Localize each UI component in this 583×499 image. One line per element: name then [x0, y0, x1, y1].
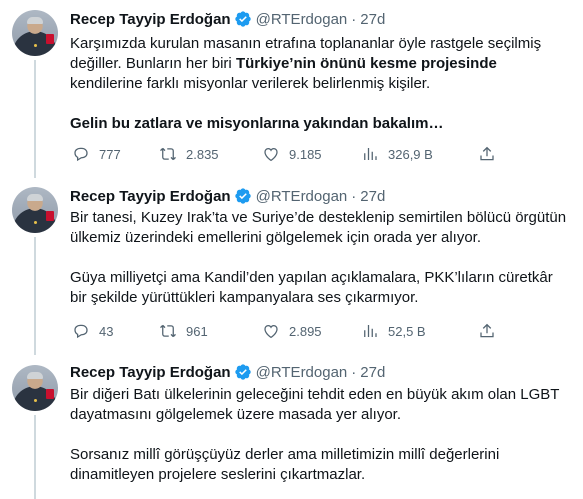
avatar[interactable]	[12, 365, 58, 411]
author-name[interactable]: Recep Tayyip Erdoğan	[70, 364, 231, 381]
thread-line	[34, 60, 36, 178]
share-icon	[480, 146, 494, 161]
reply-button[interactable]: 777	[72, 145, 121, 163]
retweet-icon	[160, 147, 176, 161]
verified-badge-icon	[234, 11, 251, 27]
tweet-text: Bir tanesi, Kuzey Irak’ta ve Suriye’de d…	[70, 208, 570, 308]
separator-dot: ·	[351, 10, 357, 28]
share-button[interactable]	[478, 322, 496, 340]
tweet-actions: 777 2.835 9.185 326,9 B	[70, 144, 500, 164]
views-count: 326,9 B	[388, 146, 433, 162]
avatar[interactable]	[12, 10, 58, 56]
reply-button[interactable]: 43	[72, 322, 113, 340]
tweet-paragraph: Bir tanesi, Kuzey Irak’ta ve Suriye’de d…	[70, 208, 570, 248]
tweet-header: Recep Tayyip Erdoğan @RTErdogan · 27d	[70, 186, 385, 206]
tweet[interactable]: Recep Tayyip Erdoğan @RTErdogan · 27d Bi…	[0, 178, 583, 355]
tweet-actions: 43 961 2.895 52,5 B	[70, 321, 500, 341]
reply-count: 777	[99, 146, 121, 162]
author-handle[interactable]: @RTErdogan	[256, 188, 348, 205]
tweet-paragraph: Sorsanız millî görüşçüyüz derler ama mil…	[70, 445, 570, 485]
retweet-icon	[160, 324, 176, 338]
tweet-timestamp[interactable]: 27d	[360, 188, 385, 205]
like-count: 9.185	[289, 146, 322, 162]
text-run: kendilerine farklı misyonlar verilerek b…	[70, 75, 431, 92]
avatar[interactable]	[12, 187, 58, 233]
share-icon	[480, 323, 494, 338]
views-chart-icon	[364, 325, 377, 337]
reply-icon	[74, 147, 88, 162]
bold-text-run: Gelin bu zatlara ve misyonlarına yakında…	[70, 115, 444, 132]
tweet-header: Recep Tayyip Erdoğan @RTErdogan · 27d	[70, 362, 385, 382]
reply-icon	[74, 324, 88, 339]
heart-icon	[264, 324, 278, 339]
thread-line	[34, 415, 36, 499]
separator-dot: ·	[351, 187, 357, 205]
author-name[interactable]: Recep Tayyip Erdoğan	[70, 11, 231, 28]
like-button[interactable]: 9.185	[262, 145, 322, 163]
verified-badge-icon	[234, 188, 251, 204]
separator-dot: ·	[351, 363, 357, 381]
views-chart-icon	[364, 148, 377, 160]
author-name[interactable]: Recep Tayyip Erdoğan	[70, 188, 231, 205]
bold-text-run: Türkiye’nin önünü kesme projesinde	[235, 55, 497, 72]
text-run: Sorsanız millî görüşçüyüz derler ama mil…	[70, 446, 500, 483]
tweet-text: Bir diğeri Batı ülkelerinin geleceğini t…	[70, 385, 570, 485]
tweet-paragraph: Bir diğeri Batı ülkelerinin geleceğini t…	[70, 385, 570, 425]
heart-icon	[264, 147, 278, 162]
retweet-button[interactable]: 961	[159, 322, 208, 340]
tweet-paragraph: Güya milliyetçi ama Kandil’den yapılan a…	[70, 268, 570, 308]
text-run: Güya milliyetçi ama Kandil’den yapılan a…	[70, 269, 553, 306]
verified-badge-icon	[234, 364, 251, 380]
text-run: Bir diğeri Batı ülkelerinin geleceğini t…	[70, 386, 560, 423]
tweet-header: Recep Tayyip Erdoğan @RTErdogan · 27d	[70, 9, 385, 29]
tweet-text: Karşımızda kurulan masanın etrafına topl…	[70, 34, 570, 134]
reply-count: 43	[99, 323, 114, 339]
like-count: 2.895	[289, 323, 322, 339]
views-button[interactable]: 52,5 B	[361, 322, 426, 340]
tweet[interactable]: Recep Tayyip Erdoğan @RTErdogan · 27d Ka…	[0, 0, 583, 178]
views-count: 52,5 B	[388, 323, 426, 339]
tweet-timestamp[interactable]: 27d	[360, 364, 385, 381]
author-handle[interactable]: @RTErdogan	[256, 11, 348, 28]
tweet-paragraph: Karşımızda kurulan masanın etrafına topl…	[70, 34, 570, 94]
author-handle[interactable]: @RTErdogan	[256, 364, 348, 381]
thread-line	[34, 237, 36, 355]
text-run: Bir tanesi, Kuzey Irak’ta ve Suriye’de d…	[70, 209, 567, 246]
retweet-button[interactable]: 2.835	[159, 145, 219, 163]
tweet-timestamp[interactable]: 27d	[360, 11, 385, 28]
retweet-count: 961	[186, 323, 208, 339]
tweet[interactable]: Recep Tayyip Erdoğan @RTErdogan · 27d Bi…	[0, 356, 583, 499]
tweet-paragraph: Gelin bu zatlara ve misyonlarına yakında…	[70, 114, 570, 134]
retweet-count: 2.835	[186, 146, 219, 162]
share-button[interactable]	[478, 145, 496, 163]
views-button[interactable]: 326,9 B	[361, 145, 433, 163]
like-button[interactable]: 2.895	[262, 322, 322, 340]
